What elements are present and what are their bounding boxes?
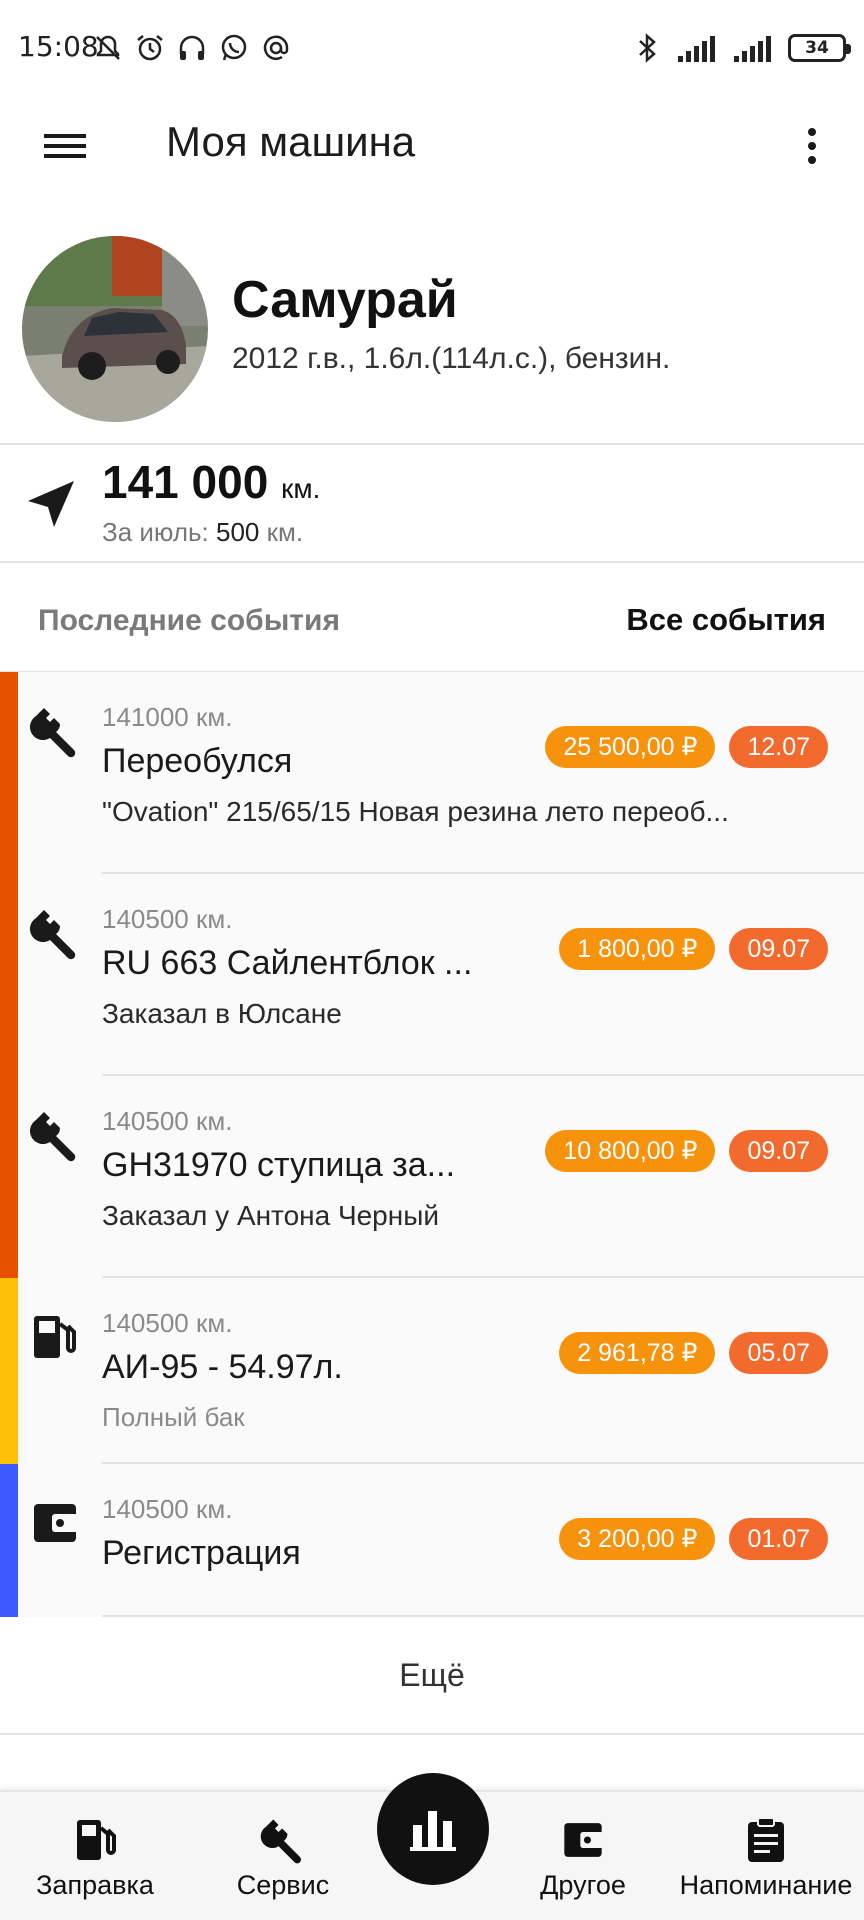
battery-indicator: 34: [788, 34, 851, 62]
all-events-button[interactable]: Все события: [626, 602, 826, 638]
event-category-bar: [0, 1464, 18, 1617]
event-category-bar: [0, 1076, 18, 1278]
status-system-icons: 34: [634, 32, 851, 64]
nav-reminder[interactable]: Напоминание: [676, 1792, 856, 1920]
event-mileage: 141000 км.: [102, 702, 233, 732]
car-name: Самурай: [232, 271, 458, 329]
page-title: Моя машина: [166, 118, 416, 165]
event-mileage: 140500 км.: [102, 1106, 233, 1136]
signal-icon: [734, 36, 771, 62]
event-item[interactable]: 141000 км. Переобулся "Ovation" 215/65/1…: [0, 672, 864, 874]
event-description: Заказал у Антона Черный: [102, 1200, 439, 1231]
alarm-icon: [137, 35, 163, 61]
nav-other-label: Другое: [540, 1870, 626, 1900]
wallet-icon: [34, 1504, 78, 1542]
event-item[interactable]: 140500 км. АИ-95 - 54.97л. Полный бак 2 …: [0, 1278, 864, 1464]
event-description: Полный бак: [102, 1402, 245, 1432]
mileage-value: 141 000 км.: [102, 455, 320, 509]
clipboard-icon: [748, 1817, 784, 1862]
event-item[interactable]: 140500 км. RU 663 Сайлентблок ... Заказа…: [0, 874, 864, 1076]
navigation-arrow-icon: [28, 481, 74, 527]
monthly-mileage-unit: км.: [266, 517, 304, 547]
event-item[interactable]: 140500 км. Регистрация 3 200,00 ₽ 01.07: [0, 1464, 864, 1617]
whatsapp-icon: [221, 34, 247, 61]
monthly-mileage: За июль: 500 км.: [102, 517, 303, 548]
hamburger-icon[interactable]: [34, 122, 96, 170]
price-badge: 25 500,00 ₽: [545, 726, 716, 768]
events-header: Последние события Все события: [0, 562, 864, 672]
event-badges: 10 800,00 ₽ 09.07: [545, 1130, 828, 1172]
nav-reminder-label: Напоминание: [679, 1870, 853, 1900]
event-category-bar: [0, 1278, 18, 1464]
events-title: Последние события: [38, 604, 340, 637]
mileage-unit: км.: [281, 473, 321, 504]
date-badge: 12.07: [729, 726, 828, 768]
car-header[interactable]: Самурай 2012 г.в., 1.6л.(114л.с.), бензи…: [0, 230, 864, 442]
date-badge: 09.07: [729, 1130, 828, 1172]
fuel-icon: [34, 1316, 76, 1358]
monthly-mileage-label: За июль:: [102, 517, 209, 547]
event-category-bar: [0, 874, 18, 1076]
event-description: Заказал в Юлсане: [102, 998, 342, 1029]
event-mileage: 140500 км.: [102, 1308, 233, 1338]
wrench-icon: [29, 1112, 76, 1162]
event-badges: 1 800,00 ₽ 09.07: [559, 928, 828, 970]
wrench-icon: [29, 708, 76, 758]
divider: [0, 1733, 864, 1735]
car-spec: 2012 г.в., 1.6л.(114л.с.), бензин.: [232, 342, 671, 375]
mileage-number: 141 000: [102, 456, 269, 508]
nav-other[interactable]: Другое: [508, 1792, 658, 1920]
nav-fuel-label: Заправка: [36, 1870, 154, 1900]
event-description: "Ovation" 215/65/15 Новая резина лето пе…: [102, 796, 729, 827]
headset-icon: [179, 35, 205, 60]
more-vert-icon[interactable]: [800, 122, 824, 170]
at-icon: [263, 35, 289, 60]
price-badge: 1 800,00 ₽: [559, 928, 716, 970]
event-badges: 2 961,78 ₽ 05.07: [559, 1332, 828, 1374]
event-title: Регистрация: [102, 1534, 301, 1572]
event-mileage: 140500 км.: [102, 1494, 233, 1524]
nav-service[interactable]: Сервис: [208, 1792, 358, 1920]
mileage-section[interactable]: 141 000 км. За июль: 500 км.: [0, 445, 864, 561]
app-bar: Моя машина: [0, 100, 864, 190]
nav-fuel[interactable]: Заправка: [20, 1792, 170, 1920]
signal-icon: [678, 36, 715, 62]
date-badge: 05.07: [729, 1332, 828, 1374]
date-badge: 09.07: [729, 928, 828, 970]
event-item[interactable]: 140500 км. GH31970 ступица за... Заказал…: [0, 1076, 864, 1278]
event-title: RU 663 Сайлентблок ...: [102, 944, 473, 982]
status-bar: 15:08 34: [0, 0, 864, 100]
price-badge: 2 961,78 ₽: [559, 1332, 716, 1374]
event-mileage: 140500 км.: [102, 904, 233, 934]
mute-icon: [96, 35, 120, 60]
date-badge: 01.07: [729, 1518, 828, 1560]
monthly-mileage-value: 500: [216, 517, 260, 547]
more-button[interactable]: Ещё: [0, 1615, 864, 1735]
status-notification-icons: [92, 32, 292, 64]
wallet-icon: [564, 1823, 604, 1857]
status-time: 15:08: [18, 30, 99, 63]
event-category-bar: [0, 672, 18, 874]
nav-service-label: Сервис: [236, 1870, 330, 1900]
bar-chart-icon: [410, 1811, 456, 1851]
car-photo[interactable]: [22, 236, 208, 422]
price-badge: 3 200,00 ₽: [559, 1518, 716, 1560]
wrench-icon: [260, 1819, 301, 1864]
event-title: Переобулся: [102, 742, 293, 780]
event-title: GH31970 ступица за...: [102, 1146, 456, 1184]
event-badges: 3 200,00 ₽ 01.07: [559, 1518, 828, 1560]
events-list: 141000 км. Переобулся "Ovation" 215/65/1…: [0, 672, 864, 1617]
fuel-icon: [77, 1820, 116, 1860]
price-badge: 10 800,00 ₽: [545, 1130, 716, 1172]
event-badges: 25 500,00 ₽ 12.07: [545, 726, 828, 768]
bluetooth-icon: [639, 33, 656, 63]
wrench-icon: [29, 910, 76, 960]
statistics-fab[interactable]: [377, 1773, 489, 1885]
event-title: АИ-95 - 54.97л.: [102, 1348, 343, 1386]
